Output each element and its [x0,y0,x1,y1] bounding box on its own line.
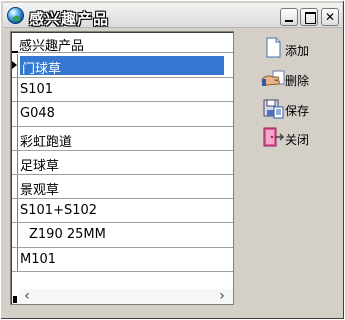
add-label: 添加 [285,44,310,58]
table-row[interactable]: 足球草 [12,150,233,175]
hand-delete-icon [261,70,285,86]
window-title: 感兴趣产品 [29,10,110,28]
current-row-arrow-icon [12,61,17,69]
row-label: 彩虹跑道 [20,134,73,150]
table-row[interactable]: 门球草 [12,54,233,79]
row-label: Z190 25MM [29,227,106,243]
row-label: S101+S102 [20,203,98,219]
table-row[interactable]: S101+S102 [12,199,233,224]
close-action-button[interactable]: 关闭 [259,126,339,150]
row-selector[interactable] [12,174,18,199]
row-label: M101 [20,251,57,267]
table-row[interactable]: M101 [12,247,233,272]
delete-label: 删除 [285,74,310,88]
save-button[interactable]: 保存 [259,97,339,121]
header-row-selector [12,51,18,53]
row-selector[interactable] [12,102,18,126]
save-label: 保存 [285,104,310,118]
exit-icon [263,127,285,147]
row-selector[interactable] [12,54,18,78]
add-button[interactable]: 添加 [259,37,339,61]
globe-icon [7,7,24,24]
scroll-left-icon[interactable]: ‹ [22,289,32,303]
horizontal-scrollbar[interactable]: ‹ › [19,289,233,304]
row-selector[interactable] [12,126,18,150]
table-row[interactable]: 彩虹跑道 [12,126,233,151]
delete-button[interactable]: 删除 [259,67,339,91]
grid-rows: 门球草 S101 G048 彩虹跑道足球草景观草 S101+S102 Z190 25MM M… [12,54,233,272]
row-selector[interactable] [12,199,18,223]
grid-header[interactable]: 感兴趣产品 [12,33,233,54]
close-button[interactable]: ✕ [321,8,339,26]
table-row[interactable]: G048 [12,102,233,127]
row-label: 门球草 [22,62,62,77]
row-selector[interactable] [12,150,18,174]
maximize-button[interactable] [300,8,318,26]
row-label: 景观草 [20,182,60,198]
row-selector[interactable] [12,223,18,247]
window: 感兴趣产品 ✕ 感兴趣产品 门球草 S101 G048 彩虹跑道足球草景观草 S101+… [0,0,345,320]
close-label: 关闭 [285,133,310,147]
column-header-label: 感兴趣产品 [19,39,85,54]
table-row[interactable]: Z190 25MM [12,223,233,248]
row-selector[interactable] [12,78,18,102]
new-row-indicator [13,296,17,303]
document-icon [266,37,281,58]
table-row[interactable]: S101 [12,78,233,103]
row-label: G048 [20,106,55,122]
scroll-right-icon[interactable]: › [217,289,227,303]
product-grid[interactable]: 感兴趣产品 门球草 S101 G048 彩虹跑道足球草景观草 S101+S102 Z190… [10,31,234,305]
row-label: 足球草 [20,158,60,174]
row-selector[interactable] [12,247,18,271]
save-icon [263,99,284,119]
table-row[interactable]: 景观草 [12,174,233,200]
title-bar[interactable]: 感兴趣产品 ✕ [3,3,342,28]
row-label: S101 [20,82,54,98]
minimize-button[interactable] [280,8,298,26]
